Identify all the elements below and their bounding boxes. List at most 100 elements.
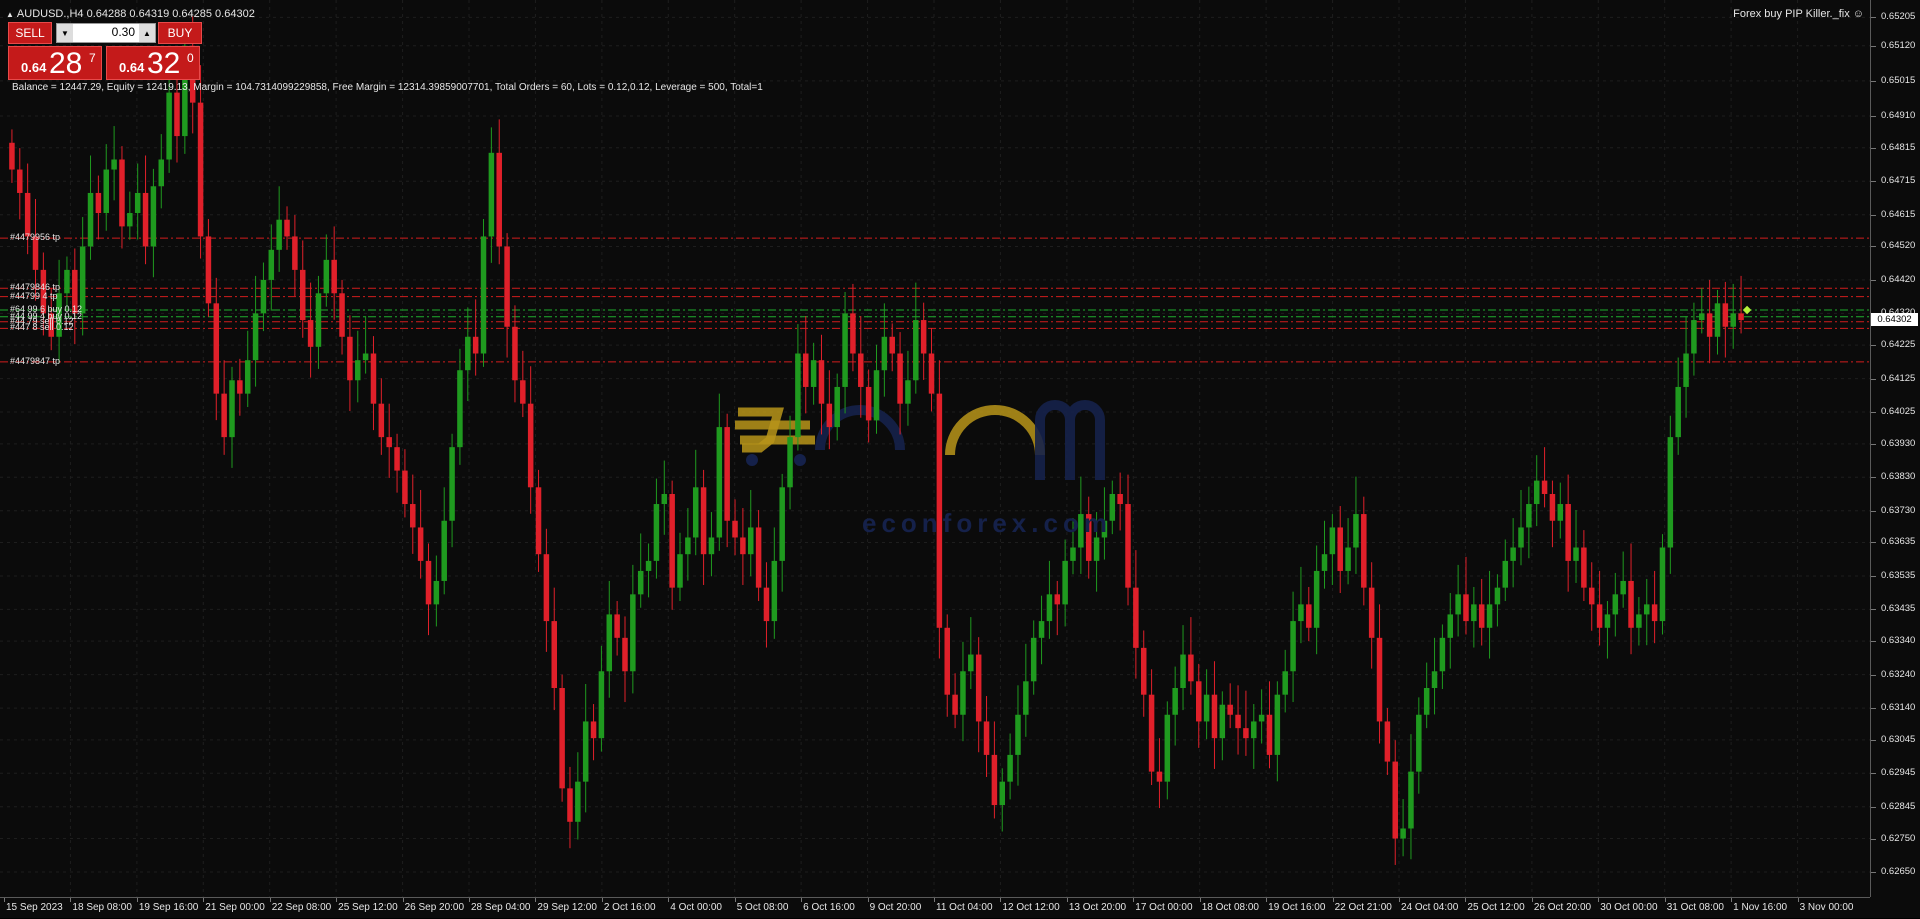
- ea-name-text: Forex buy PIP Killer._fix: [1733, 8, 1850, 20]
- candle: [928, 328, 935, 412]
- candle: [1125, 474, 1131, 606]
- candle: [1581, 530, 1587, 602]
- candle-body: [1463, 594, 1469, 622]
- price-chart[interactable]: [0, 0, 1870, 897]
- ask-quote[interactable]: 0.64 32 0: [106, 46, 200, 80]
- y-tick-label: 0.63930: [1881, 437, 1916, 449]
- candle: [1392, 740, 1398, 865]
- x-tick-label: 26 Sep 20:00: [404, 902, 465, 913]
- candle: [826, 370, 833, 450]
- candle-body: [1604, 614, 1611, 628]
- candle: [268, 224, 275, 311]
- x-tick-label: 4 Oct 00:00: [670, 902, 722, 913]
- candle-body: [1345, 547, 1351, 571]
- y-tick-label: 0.63045: [1881, 733, 1916, 745]
- chart-grid: [0, 0, 1870, 897]
- candle-body: [944, 627, 950, 695]
- candle-body: [127, 213, 133, 227]
- candle-body: [1439, 637, 1446, 672]
- candle: [810, 342, 817, 405]
- candle: [1282, 649, 1288, 713]
- candle-body: [307, 320, 314, 347]
- sell-button[interactable]: SELL: [8, 22, 52, 44]
- candle: [17, 148, 23, 220]
- buy-button[interactable]: BUY: [158, 22, 202, 44]
- candle-body: [771, 560, 778, 622]
- candle: [95, 175, 102, 240]
- price-axis[interactable]: 0.65205 0.65120 0.65015 0.64910 0.64815 0.647…: [1870, 0, 1920, 897]
- candle-body: [1007, 754, 1013, 782]
- y-tick-mark: [1871, 838, 1876, 840]
- candle-body: [803, 353, 809, 387]
- x-tick-label: 22 Sep 08:00: [271, 902, 332, 913]
- candle-body: [1699, 313, 1705, 321]
- candle: [1486, 570, 1493, 659]
- candle: [567, 766, 573, 849]
- y-tick-mark: [1871, 871, 1876, 873]
- candle-body: [653, 504, 660, 561]
- candle: [1510, 518, 1516, 588]
- candle-body: [575, 781, 581, 822]
- candle-body: [1455, 594, 1461, 615]
- candle-body: [1321, 554, 1328, 571]
- y-tick-label: 0.63535: [1881, 569, 1916, 581]
- candle: [1023, 643, 1029, 737]
- lot-size-input[interactable]: 0.30: [75, 25, 137, 39]
- candle-body: [111, 159, 117, 170]
- candle: [1588, 562, 1595, 631]
- candle-body: [1054, 594, 1061, 605]
- candle: [692, 449, 699, 556]
- candle: [142, 155, 149, 265]
- candle: [394, 433, 400, 493]
- candle: [803, 316, 809, 414]
- candle: [944, 614, 950, 717]
- candle-body: [1400, 828, 1406, 839]
- y-tick-mark: [1871, 345, 1876, 347]
- candle-body: [1258, 714, 1265, 722]
- candle: [1266, 681, 1273, 769]
- y-tick-mark: [1871, 708, 1876, 710]
- candle-body: [692, 487, 699, 538]
- candle-body: [284, 219, 290, 237]
- time-axis[interactable]: 15 Sep 2023 18 Sep 08:00 19 Sep 16:00 21 Se…: [0, 897, 1870, 919]
- candle: [244, 330, 251, 408]
- candle-body: [331, 259, 337, 294]
- candle-body: [87, 192, 94, 247]
- chevron-up-icon[interactable]: ▲: [139, 24, 155, 42]
- axis-corner: [1870, 897, 1920, 918]
- candle: [527, 366, 534, 514]
- candle-body: [1431, 671, 1438, 688]
- candle: [779, 473, 785, 592]
- candle: [1439, 624, 1446, 689]
- candle-body: [1533, 480, 1540, 505]
- candle: [1376, 604, 1383, 744]
- candle-body: [425, 560, 432, 605]
- chart-collapse-icon[interactable]: ▲: [6, 10, 14, 19]
- lot-size-stepper[interactable]: ▼ 0.30 ▲: [56, 23, 156, 43]
- candle: [1038, 595, 1045, 665]
- candle: [700, 469, 707, 585]
- candle: [1353, 476, 1359, 574]
- candle: [480, 219, 487, 367]
- candle-body: [960, 671, 966, 715]
- candle: [889, 323, 895, 372]
- candle: [370, 336, 377, 431]
- candle-body: [480, 236, 487, 354]
- candle: [449, 433, 455, 548]
- candle: [716, 393, 723, 551]
- expert-advisor-label[interactable]: Forex buy PIP Killer._fix ☺: [1733, 8, 1864, 20]
- candle: [1227, 683, 1233, 729]
- x-tick-label: 26 Oct 20:00: [1533, 902, 1592, 913]
- candle: [496, 119, 502, 265]
- candle: [1156, 738, 1163, 809]
- candle-body: [1038, 621, 1045, 638]
- candle-body: [1030, 637, 1037, 682]
- chevron-down-icon[interactable]: ▼: [57, 24, 73, 42]
- candle-body: [512, 326, 518, 381]
- bid-quote[interactable]: 0.64 28 7: [8, 46, 102, 80]
- candle-body: [1683, 353, 1689, 387]
- x-tick-label: 19 Sep 16:00: [138, 902, 199, 913]
- y-tick-label: 0.63730: [1881, 504, 1916, 516]
- candle: [1258, 689, 1265, 744]
- candle-body: [842, 313, 848, 387]
